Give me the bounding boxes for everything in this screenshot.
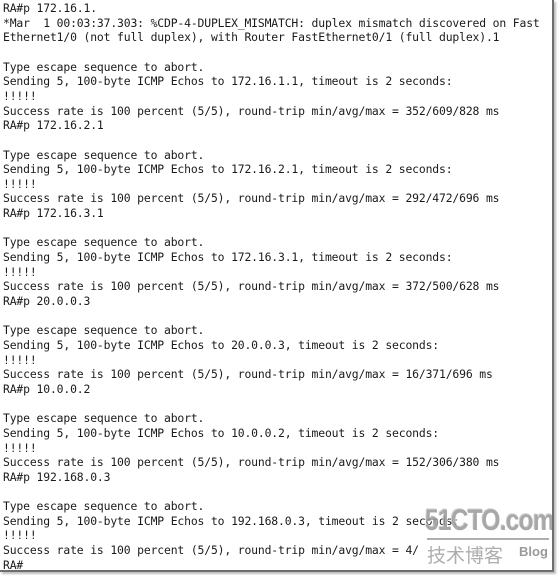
terminal-line: Sending 5, 100-byte ICMP Echos to 172.16… bbox=[3, 74, 453, 89]
ping-result-line: Success rate is 100 percent (5/5), round… bbox=[3, 103, 500, 118]
terminal-line: Type escape sequence to abort. bbox=[3, 323, 205, 338]
ping-result-line: Success rate is 100 percent (5/5), round… bbox=[3, 191, 500, 206]
ping-reply-marks: !!!!! bbox=[3, 176, 37, 191]
ping-result-line: Success rate is 100 percent (5/5), round… bbox=[3, 367, 493, 382]
watermark-divider bbox=[427, 538, 549, 540]
ping-result-line: Success rate is 100 percent (5/5), round… bbox=[3, 455, 500, 470]
terminal-line: Sending 5, 100-byte ICMP Echos to 192.16… bbox=[3, 513, 460, 528]
terminal-line: Type escape sequence to abort. bbox=[3, 411, 205, 426]
terminal-line: Sending 5, 100-byte ICMP Echos to 172.16… bbox=[3, 162, 453, 177]
command-prompt-line: RA#p 20.0.0.3 bbox=[3, 294, 91, 308]
terminal-line: Type escape sequence to abort. bbox=[3, 147, 205, 162]
ping-reply-marks: !!!!! bbox=[3, 352, 37, 367]
ping-reply-marks: !!!!! bbox=[3, 440, 37, 455]
terminal-line: Type escape sequence to abort. bbox=[3, 59, 205, 74]
ping-reply-marks: !!!!! bbox=[3, 264, 37, 279]
terminal-line: Ethernet1/0 (not full duplex), with Rout… bbox=[3, 30, 500, 45]
ping-result-line: Success rate is 100 percent (5/5), round… bbox=[3, 279, 500, 294]
watermark-subtitle: 技术博客 bbox=[427, 545, 504, 567]
syslog-message-line: *Mar 1 00:03:37.303: %CDP-4-DUPLEX_MISMA… bbox=[3, 15, 540, 30]
ping-reply-marks: !!!!! bbox=[3, 528, 37, 543]
command-prompt-line: RA#p 10.0.0.2 bbox=[3, 381, 91, 396]
current-prompt[interactable]: RA# bbox=[3, 558, 23, 570]
terminal-line: Type escape sequence to abort. bbox=[3, 235, 205, 250]
command-prompt-line: RA#p 172.16.2.1 bbox=[3, 118, 104, 133]
watermark-blog-label: Blog bbox=[519, 544, 548, 559]
ping-reply-marks: !!!!! bbox=[3, 88, 37, 103]
terminal-line: Type escape sequence to abort. bbox=[3, 499, 205, 514]
ping-result-line: Success rate is 100 percent (5/5), round… bbox=[3, 543, 419, 558]
command-prompt-line: RA#p 172.16.1. bbox=[3, 1, 97, 15]
command-prompt-line: RA#p 172.16.3.1 bbox=[3, 206, 104, 221]
terminal-window[interactable]: RA#p 172.16.1. *Mar 1 00:03:37.303: %CDP-… bbox=[0, 0, 554, 572]
command-prompt-line: RA#p 192.168.0.3 bbox=[3, 469, 111, 484]
terminal-line: Sending 5, 100-byte ICMP Echos to 20.0.0… bbox=[3, 337, 440, 352]
terminal-line: Sending 5, 100-byte ICMP Echos to 172.16… bbox=[3, 250, 453, 265]
terminal-line: Sending 5, 100-byte ICMP Echos to 10.0.0… bbox=[3, 425, 440, 440]
